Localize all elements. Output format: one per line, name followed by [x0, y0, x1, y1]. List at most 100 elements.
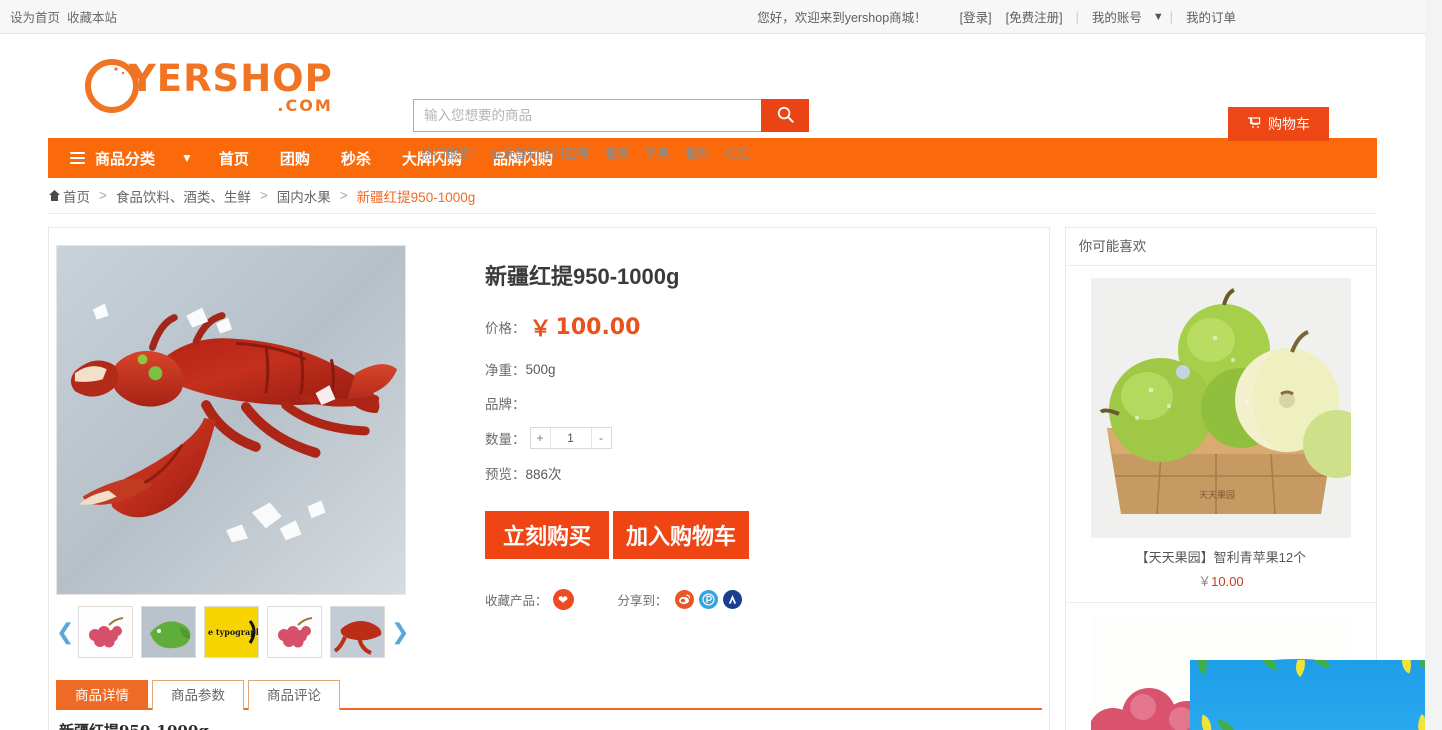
- hot-keyword-1[interactable]: 香蕉: [605, 143, 630, 162]
- breadcrumb-item-2[interactable]: 国内水果: [277, 186, 331, 206]
- lobster-meat-illustration: [57, 246, 405, 594]
- search-button[interactable]: [761, 99, 809, 132]
- hamburger-icon: [70, 152, 85, 164]
- leaf-icon-9: [1412, 714, 1425, 730]
- leaf-icon-5: [1397, 660, 1416, 674]
- thumbnail-3[interactable]: [267, 606, 322, 658]
- thumbnail-carousel: ❮ e typograph ❯: [56, 606, 411, 658]
- category-menu-label: 商品分类: [95, 150, 156, 168]
- site-logo[interactable]: YERSHOP .COM: [83, 57, 333, 115]
- tab-product-reviews[interactable]: 商品评论: [248, 680, 340, 710]
- bookmark-link[interactable]: 收藏本站: [67, 7, 117, 26]
- douban-icon[interactable]: [698, 590, 718, 609]
- leaf-icon-2: [1259, 660, 1278, 673]
- thumbnail-4[interactable]: [330, 606, 385, 658]
- topbar-separator-1: |: [1075, 9, 1079, 24]
- recommendation-image-0[interactable]: 天天果园: [1090, 278, 1351, 538]
- cart-icon: [1247, 116, 1261, 132]
- recommendation-price-value-0: 10.00: [1211, 574, 1244, 589]
- search-box: [413, 99, 809, 132]
- site-header: YERSHOP .COM 输入您想要的商品 热门搜索： 佳沃智利进口蓝莓 香蕉 …: [0, 34, 1425, 161]
- recommendation-price-0: ￥10.00: [1066, 571, 1376, 590]
- product-views-row: 预览： 886次: [485, 463, 1049, 483]
- nav-item-home[interactable]: 首页: [219, 148, 249, 169]
- hot-keyword-4[interactable]: 红提: [725, 143, 750, 162]
- cart-button[interactable]: 购物车: [1228, 107, 1329, 141]
- leaf-icon-6: [1418, 660, 1425, 678]
- page-right-gutter: [1425, 0, 1442, 730]
- breadcrumb-sep-0: >: [99, 188, 107, 203]
- sidebar-title: 你可能喜欢: [1065, 228, 1376, 266]
- category-menu-button[interactable]: 商品分类: [70, 148, 155, 169]
- add-to-cart-button[interactable]: 加入购物车: [613, 511, 750, 559]
- browser-viewport: 设为首页 收藏本站 您好，欢迎来到yershop商城！ [登录] [免费注册] …: [0, 0, 1442, 730]
- weight-label: 净重：: [485, 363, 526, 378]
- nav-item-seckill[interactable]: 秒杀: [341, 148, 371, 169]
- qty-decrease-button[interactable]: -: [590, 428, 611, 448]
- product-tabs: 商品详情 商品参数 商品评论: [56, 680, 1042, 710]
- qty-increase-button[interactable]: +: [530, 428, 551, 448]
- price-label: 价格：: [485, 321, 526, 336]
- qty-input[interactable]: [550, 428, 591, 448]
- views-label: 预览：: [485, 467, 526, 482]
- nav-item-groupbuy[interactable]: 团购: [280, 148, 310, 169]
- product-brand-row: 品牌：: [485, 393, 1049, 413]
- quantity-stepper: + -: [529, 427, 612, 449]
- product-top: ❮ e typograph ❯ 新疆红提950-1000g 价格： ￥ 100.…: [49, 228, 1049, 658]
- weight-value: 500g: [525, 361, 556, 377]
- hot-keyword-3[interactable]: 香梨: [685, 143, 710, 162]
- login-link[interactable]: [登录]: [960, 7, 992, 26]
- product-actions: 立刻购买 加入购物车: [485, 511, 1049, 559]
- thumbnail-2[interactable]: e typograph: [204, 606, 259, 658]
- svg-text:e typograph: e typograph: [208, 627, 258, 637]
- home-icon: [48, 188, 61, 203]
- utility-topbar: 设为首页 收藏本站 您好，欢迎来到yershop商城！ [登录] [免费注册] …: [0, 0, 1425, 34]
- register-link[interactable]: [免费注册]: [1006, 7, 1063, 26]
- hot-keyword-2[interactable]: 苹果: [645, 143, 670, 162]
- thumbnail-strip: e typograph: [78, 606, 385, 658]
- product-price-row: 价格： ￥ 100.00: [485, 311, 1049, 343]
- breadcrumb: 首页 > 食品饮料、酒类、生鲜 > 国内水果 > 新疆红提950-1000g: [48, 178, 1377, 214]
- main-content: ❮ e typograph ❯ 新疆红提950-1000g 价格： ￥ 100.…: [48, 227, 1377, 730]
- product-main-image[interactable]: [56, 245, 406, 595]
- logo-wordmark-wrap: YERSHOP .COM: [129, 56, 333, 115]
- leaf-icon-8: [1217, 716, 1236, 730]
- search-icon: [776, 105, 795, 127]
- breadcrumb-sep-1: >: [259, 188, 268, 203]
- search-input[interactable]: [413, 99, 761, 132]
- buy-now-button[interactable]: 立刻购买: [485, 511, 610, 559]
- recommendation-currency-0: ￥: [1198, 574, 1212, 589]
- share-icon-group: [674, 590, 742, 609]
- tab-product-detail[interactable]: 商品详情: [56, 680, 148, 710]
- set-home-link[interactable]: 设为首页: [10, 7, 60, 26]
- hot-search-label: 热门搜索：: [421, 147, 484, 161]
- breadcrumb-item-1[interactable]: 食品饮料、酒类、生鲜: [116, 186, 251, 206]
- product-weight-row: 净重： 500g: [485, 359, 1049, 379]
- blue-promo-widget[interactable]: [1190, 660, 1425, 730]
- views-value: 886次: [525, 467, 562, 482]
- weibo-icon[interactable]: [674, 590, 694, 609]
- chevron-down-icon[interactable]: ▼: [181, 151, 193, 165]
- breadcrumb-current: 新疆红提950-1000g: [356, 189, 476, 205]
- qty-label: 数量：: [485, 432, 526, 447]
- logo-wordmark: YERSHOP: [129, 56, 333, 100]
- my-orders-link[interactable]: 我的订单: [1186, 7, 1236, 26]
- chevron-left-icon[interactable]: ❮: [56, 619, 74, 645]
- heart-caret-icon[interactable]: ▼: [1153, 11, 1164, 23]
- breadcrumb-item-0[interactable]: 首页: [63, 186, 90, 206]
- tab-detail-heading: 新疆红提950-1000g: [49, 710, 1049, 730]
- cart-button-label: 购物车: [1268, 116, 1310, 132]
- green-apples-in-crate-illustration: 天天果园: [1090, 278, 1351, 538]
- renren-icon[interactable]: [722, 590, 742, 609]
- thumbnail-1[interactable]: [141, 606, 196, 658]
- product-panel: ❮ e typograph ❯ 新疆红提950-1000g 价格： ￥ 100.…: [48, 227, 1050, 730]
- my-account-link[interactable]: 我的账号: [1092, 7, 1142, 26]
- product-title: 新疆红提950-1000g: [485, 264, 680, 289]
- recommendation-name-0[interactable]: 【天天果园】智利青苹果12个: [1066, 547, 1376, 566]
- tab-product-params[interactable]: 商品参数: [152, 680, 244, 710]
- thumbnail-0[interactable]: [78, 606, 133, 658]
- topbar-separator-2: |: [1169, 9, 1173, 24]
- hot-keyword-0[interactable]: 佳沃智利进口蓝莓: [490, 143, 590, 162]
- heart-icon[interactable]: ❤: [552, 589, 574, 610]
- chevron-right-icon[interactable]: ❯: [391, 619, 409, 645]
